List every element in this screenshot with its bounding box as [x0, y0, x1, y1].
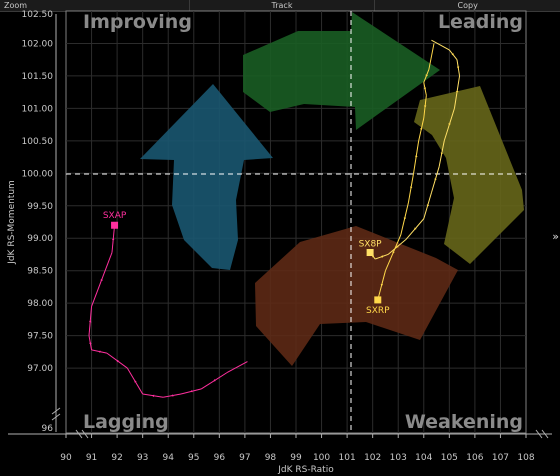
x-tick-labels: 90 91 92 93 94 95 96 97 98 99 100 101 102 103 104 105 10… [60, 434, 535, 463]
x-tick-label: 94 [162, 453, 174, 463]
x-tick-label: 103 [390, 453, 407, 463]
y-tick-label: 98.00 [27, 299, 53, 309]
y-tick-label: 99.50 [27, 202, 53, 212]
y-tick-label: 96 [42, 424, 54, 434]
y-axis-label: JdK RS-Momentum [7, 180, 17, 265]
quadrant-label-leading: Leading [438, 11, 523, 33]
y-tick-label: 100.00 [22, 169, 54, 179]
y-tick-label: 97.50 [27, 332, 53, 342]
y-tick-label: 101.50 [22, 72, 54, 82]
y-tick-label: 102.50 [22, 10, 54, 20]
point-head[interactable] [374, 296, 382, 304]
y-tick-label: 100.50 [22, 137, 54, 147]
series-label: SXAP [103, 211, 127, 221]
y-tick-label: 98.50 [27, 267, 53, 277]
x-tick-label: 96 [214, 453, 226, 463]
x-tick-label: 106 [466, 453, 483, 463]
y-tick-labels: 96 97.00 97.50 98.00 98.50 99.00 99.50 100.00 10… [22, 10, 54, 434]
x-tick-label: 97 [239, 453, 250, 463]
x-axis-label: JdK RS-Ratio [277, 465, 334, 475]
x-tick-label: 100 [313, 453, 330, 463]
y-tick-label: 97.00 [27, 364, 53, 374]
x-tick-label: 95 [188, 453, 199, 463]
x-tick-label: 101 [339, 453, 356, 463]
x-tick-label: 91 [86, 453, 97, 463]
quadrant-label-weakening: Weakening [405, 411, 523, 433]
x-tick-label: 104 [415, 453, 432, 463]
x-tick-label: 102 [364, 453, 381, 463]
y-tick-label: 99.00 [27, 234, 53, 244]
x-tick-label: 105 [441, 453, 458, 463]
y-tick-label: 101.00 [22, 104, 54, 114]
x-tick-label: 107 [492, 453, 509, 463]
x-tick-label: 92 [111, 453, 122, 463]
point-head[interactable] [111, 221, 119, 229]
quadrant-label-improving: Improving [83, 11, 192, 33]
rrg-chart: Improving Leading Lagging Weakening 96 97… [7, 10, 552, 475]
x-tick-label: 93 [137, 453, 148, 463]
expand-panel-icon[interactable]: » [552, 230, 559, 243]
point-head[interactable] [366, 249, 374, 257]
series-label: SX8P [359, 240, 383, 250]
x-tick-label: 99 [290, 453, 302, 463]
x-tick-label: 98 [265, 453, 277, 463]
series-label: SXRP [366, 306, 390, 316]
y-tick-label: 102.00 [22, 39, 54, 49]
quadrant-label-lagging: Lagging [83, 411, 169, 433]
x-tick-label: 108 [517, 453, 534, 463]
x-tick-label: 90 [60, 453, 72, 463]
